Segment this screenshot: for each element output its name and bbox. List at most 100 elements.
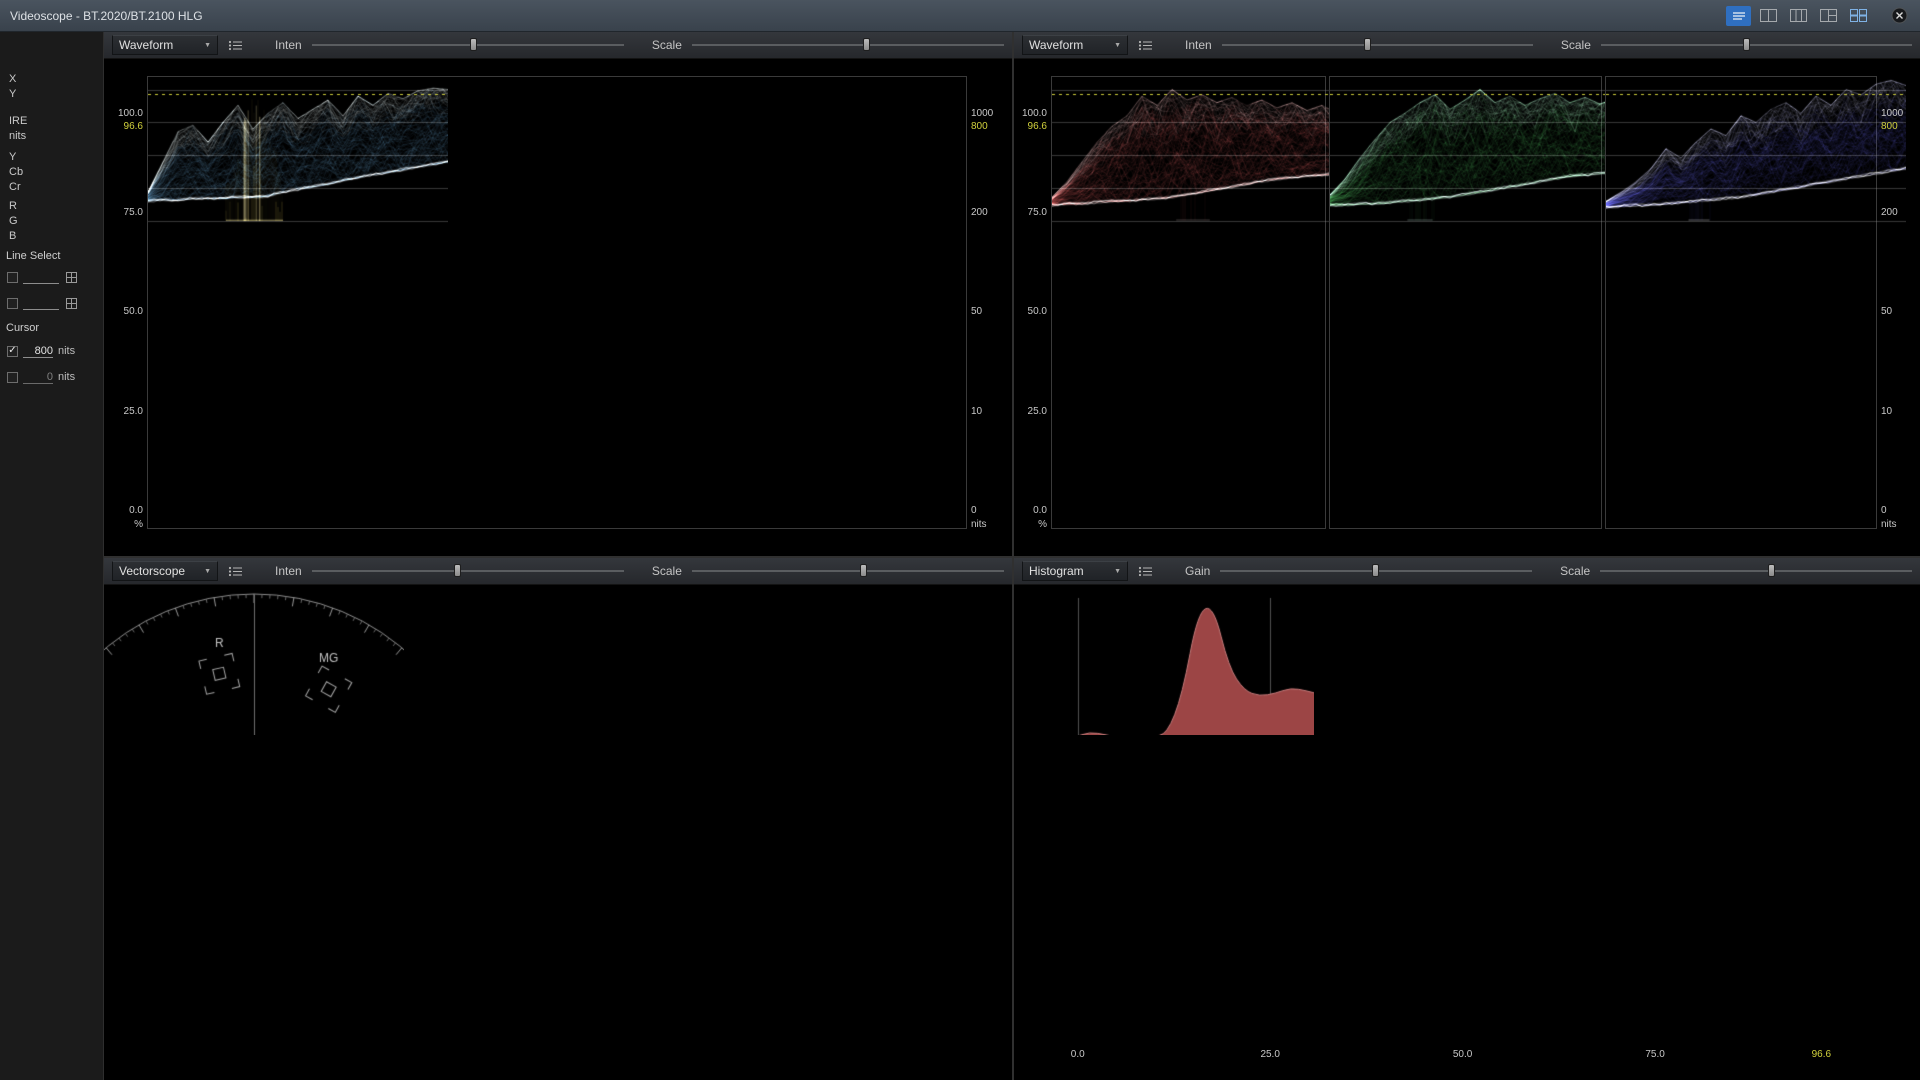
histogram-axis-label: 96.6 <box>1812 1049 1831 1060</box>
parade-green-canvas <box>1330 77 1630 227</box>
scope-options-button[interactable] <box>1133 561 1157 581</box>
unit-mode-group: IRE nits <box>9 114 27 144</box>
ire-label[interactable]: IRE <box>9 114 27 129</box>
scope-type-dropdown[interactable]: Histogram ▼ <box>1022 561 1128 581</box>
g-channel-label[interactable]: G <box>9 214 18 229</box>
x-label[interactable]: X <box>9 72 16 87</box>
rgb-mode-group: R G B <box>9 199 18 244</box>
r-channel-label[interactable]: R <box>9 199 18 214</box>
scope-options-button[interactable] <box>1133 35 1157 55</box>
scale-tick-label: 50.0 <box>1014 306 1047 318</box>
scale-slider[interactable] <box>1600 562 1912 580</box>
scale-unit-label: % <box>1014 519 1047 531</box>
scale-tick-label: 10 <box>971 406 1009 418</box>
scale-label: Scale <box>1561 38 1591 52</box>
waveform-parade-header: Waveform ▼ Inten Scale <box>1014 32 1920 59</box>
line-select-checkbox-1[interactable] <box>7 272 18 283</box>
inten-label: Inten <box>275 564 302 578</box>
chevron-down-icon: ▼ <box>1114 42 1121 49</box>
scope-type-value: Histogram <box>1029 564 1084 578</box>
b-channel-label[interactable]: B <box>9 229 18 244</box>
inten-slider-thumb[interactable] <box>454 564 461 577</box>
cursor-checkbox-1[interactable]: ✓ <box>7 346 18 357</box>
waveform-parade-panel: Waveform ▼ Inten Scale <box>1014 32 1920 556</box>
options-list-icon <box>1138 40 1153 51</box>
cb-channel-label[interactable]: Cb <box>9 165 23 180</box>
scale-slider-thumb[interactable] <box>1768 564 1775 577</box>
scale-tick-label: 96.6 <box>1014 121 1047 133</box>
scale-tick-label: 1000 <box>1881 108 1917 120</box>
three-pane-layout-icon[interactable] <box>1786 6 1811 26</box>
scale-unit-label: % <box>104 519 143 531</box>
scope-type-dropdown[interactable]: Waveform ▼ <box>112 35 218 55</box>
close-button[interactable] <box>1888 5 1910 27</box>
scope-type-dropdown[interactable]: Waveform ▼ <box>1022 35 1128 55</box>
parade-red-plot <box>1051 76 1326 529</box>
two-pane-layout-icon[interactable] <box>1756 6 1781 26</box>
scope-options-button[interactable] <box>223 561 247 581</box>
options-list-icon <box>228 40 243 51</box>
inten-label: Inten <box>275 38 302 52</box>
scale-tick-label: 75.0 <box>104 207 143 219</box>
scale-tick-label: 200 <box>971 207 1009 219</box>
scale-slider-thumb[interactable] <box>860 564 867 577</box>
scale-tick-label: 1000 <box>971 108 1009 120</box>
scale-label: Scale <box>652 38 682 52</box>
scale-tick-label: 0 <box>971 505 1009 517</box>
two-pane-icon <box>1760 9 1777 22</box>
histogram-content: 0.025.050.075.096.6 <box>1014 585 1920 1080</box>
inten-slider[interactable] <box>312 562 624 580</box>
inten-slider[interactable] <box>312 36 624 54</box>
scale-slider-thumb[interactable] <box>863 38 870 51</box>
scale-slider[interactable] <box>692 562 1004 580</box>
waveform-luma-canvas <box>148 77 448 227</box>
videoscope-window: Videoscope - BT.2020/BT.2100 HLG <box>0 0 1920 1080</box>
histogram-axis-label: 75.0 <box>1645 1049 1664 1060</box>
vectorscope-panel: Vectorscope ▼ Inten Scale <box>104 558 1012 1080</box>
scale-tick-label: 800 <box>971 121 1009 133</box>
cursor-value-2[interactable]: 0 <box>23 371 53 384</box>
cursor-value-1[interactable]: 800 <box>23 345 53 358</box>
scale-tick-label: 25.0 <box>1014 406 1047 418</box>
list-layout-icon[interactable] <box>1726 6 1751 26</box>
inten-slider-thumb[interactable] <box>470 38 477 51</box>
scope-options-button[interactable] <box>223 35 247 55</box>
scale-slider[interactable] <box>1601 36 1912 54</box>
y-channel-label[interactable]: Y <box>9 150 23 165</box>
options-list-icon <box>1138 566 1153 577</box>
y-label[interactable]: Y <box>9 87 16 102</box>
histogram-header: Histogram ▼ Gain Scale <box>1014 558 1920 585</box>
scope-type-value: Waveform <box>1029 38 1083 52</box>
cursor-checkbox-2[interactable] <box>7 372 18 383</box>
gain-slider-thumb[interactable] <box>1372 564 1379 577</box>
scope-type-value: Vectorscope <box>119 564 185 578</box>
chevron-down-icon: ▼ <box>204 568 211 575</box>
quad-grid-layout-icon[interactable] <box>1846 6 1871 26</box>
split-pane-layout-icon[interactable] <box>1816 6 1841 26</box>
inten-slider-thumb[interactable] <box>1364 38 1371 51</box>
scale-tick-label: 96.6 <box>104 121 143 133</box>
scale-slider[interactable] <box>692 36 1004 54</box>
grid-icon <box>65 271 78 284</box>
scale-tick-label: 50 <box>971 306 1009 318</box>
gain-label: Gain <box>1185 564 1210 578</box>
line-select-label: Line Select <box>6 250 60 262</box>
vectorscope-content <box>104 585 1012 1080</box>
scale-label: Scale <box>652 564 682 578</box>
parade-green-plot <box>1329 76 1602 529</box>
line-grid-button-2[interactable] <box>64 296 79 311</box>
nits-label[interactable]: nits <box>9 129 27 144</box>
line-select-field-1[interactable] <box>23 271 59 284</box>
line-grid-button-1[interactable] <box>64 270 79 285</box>
line-select-checkbox-2[interactable] <box>7 298 18 309</box>
window-title: Videoscope - BT.2020/BT.2100 HLG <box>10 9 203 23</box>
waveform-luma-plot <box>147 76 967 529</box>
cr-channel-label[interactable]: Cr <box>9 180 23 195</box>
scope-grid: Waveform ▼ Inten Scale 100.096.675.050.0… <box>104 32 1920 1080</box>
scale-slider-thumb[interactable] <box>1743 38 1750 51</box>
scope-type-dropdown[interactable]: Vectorscope ▼ <box>112 561 218 581</box>
inten-slider[interactable] <box>1222 36 1533 54</box>
gain-slider[interactable] <box>1220 562 1532 580</box>
waveform-luma-content: 100.096.675.050.025.00.0%100080020050100… <box>104 59 1012 556</box>
line-select-field-2[interactable] <box>23 297 59 310</box>
